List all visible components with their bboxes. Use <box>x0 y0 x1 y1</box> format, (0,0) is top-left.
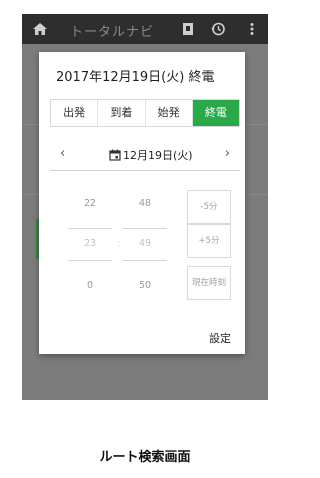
set-button[interactable]: 設定 <box>209 330 231 346</box>
search-mode-selector: 出発 到着 始発 終電 <box>50 99 240 127</box>
next-day-button[interactable]: › <box>225 146 230 161</box>
selected-date[interactable]: 12月19日(火) <box>123 147 193 163</box>
picker-line <box>68 228 112 229</box>
current-time-button[interactable]: 現在時刻 <box>187 266 231 300</box>
app-bar: トータルナビ <box>22 14 268 44</box>
history-icon[interactable] <box>210 21 226 37</box>
minus-5-minutes-button[interactable]: -5分 <box>187 190 231 224</box>
hour-picker[interactable]: 22 23 0 <box>68 192 112 302</box>
home-icon[interactable] <box>32 21 48 37</box>
date-navigator: ‹ 12月19日(火) › <box>50 146 240 168</box>
mode-last-train-button[interactable]: 終電 <box>192 100 239 126</box>
screen-caption: ルート検索画面 <box>99 450 191 465</box>
date-divider <box>50 170 240 171</box>
dialog-title: 2017年12月19日(火) 終電 <box>56 70 215 85</box>
mode-first-train-button[interactable]: 始発 <box>146 100 193 126</box>
minute-option[interactable]: 48 <box>123 198 167 209</box>
previous-day-button[interactable]: ‹ <box>60 146 65 161</box>
calendar-icon <box>109 149 121 161</box>
date-time-dialog: 2017年12月19日(火) 終電 出発 到着 始発 終電 ‹ 12月19日(火… <box>39 52 245 354</box>
mode-arrival-button[interactable]: 到着 <box>98 100 146 126</box>
more-menu-icon[interactable] <box>244 21 260 37</box>
bookmark-icon[interactable] <box>180 21 196 37</box>
picker-line <box>123 228 167 229</box>
hour-selected[interactable]: 23 <box>68 238 112 249</box>
minute-selected[interactable]: 49 <box>123 238 167 249</box>
plus-5-minutes-button[interactable]: +5分 <box>187 224 231 258</box>
picker-line <box>123 260 167 261</box>
picker-line <box>68 260 112 261</box>
minute-picker[interactable]: 48 49 50 <box>123 192 167 302</box>
app-title: トータルナビ <box>70 25 155 40</box>
minute-option[interactable]: 50 <box>123 280 167 291</box>
hour-option[interactable]: 22 <box>68 198 112 209</box>
mode-departure-button[interactable]: 出発 <box>51 100 99 126</box>
hour-option[interactable]: 0 <box>68 280 112 291</box>
